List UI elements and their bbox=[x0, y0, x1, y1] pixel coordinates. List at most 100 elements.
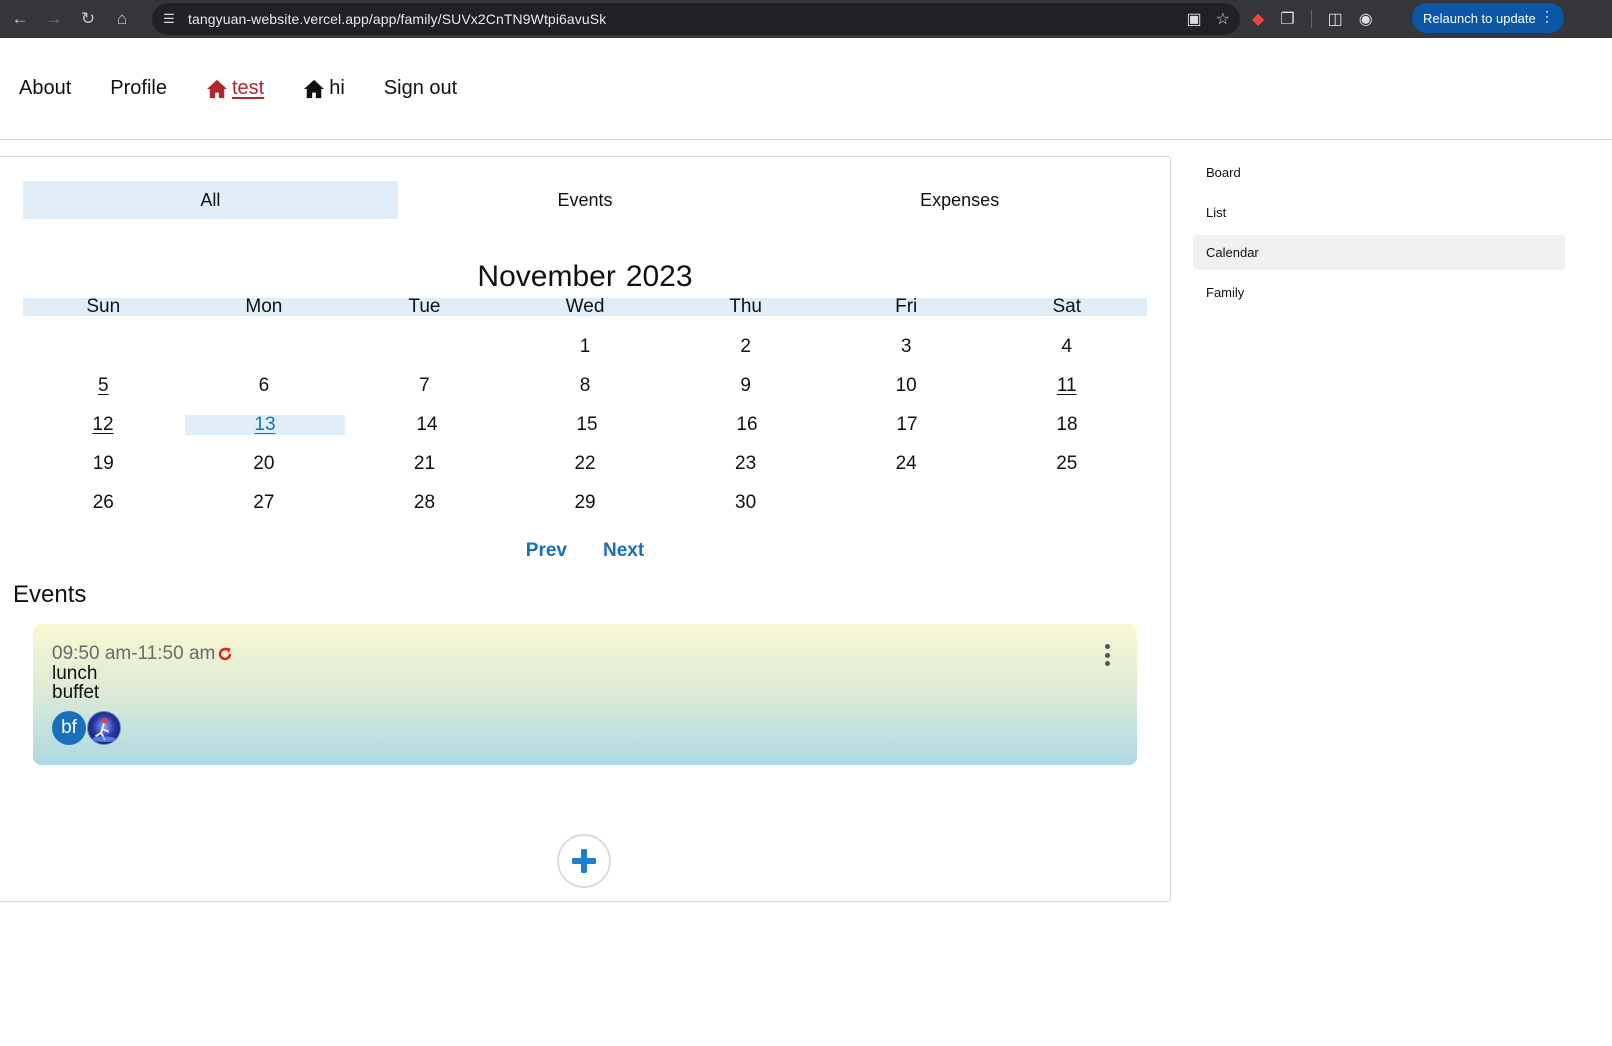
avatar-photo bbox=[87, 711, 121, 745]
home-icon[interactable]: ⌂ bbox=[108, 5, 136, 33]
calendar-day-12[interactable]: 12 bbox=[23, 414, 183, 435]
calendar-day-15[interactable]: 15 bbox=[507, 414, 667, 435]
url-text[interactable]: tangyuan-website.vercel.app/app/family/S… bbox=[188, 11, 606, 27]
month-pager: Prev Next bbox=[23, 540, 1147, 562]
calendar-day-3[interactable]: 3 bbox=[826, 336, 987, 357]
relaunch-button[interactable]: Relaunch to update ⋮ bbox=[1412, 3, 1564, 33]
calendar-day-empty bbox=[826, 493, 987, 513]
extensions-puzzle-icon[interactable]: ❒ bbox=[1280, 9, 1294, 29]
calendar-day-20[interactable]: 20 bbox=[184, 453, 345, 474]
calendar-day-18[interactable]: 18 bbox=[987, 414, 1147, 435]
calendar-week-row: 19 20 21 22 23 24 25 bbox=[23, 444, 1147, 483]
weekday-sat: Sat bbox=[1052, 296, 1082, 317]
sidebar-item-label: List bbox=[1206, 205, 1227, 220]
sidebar-item-label: Board bbox=[1206, 165, 1241, 180]
nav-family-test-label: test bbox=[231, 77, 265, 99]
url-host: tangyuan-website.vercel.app bbox=[188, 11, 369, 27]
figure-silhouette-icon bbox=[91, 717, 117, 743]
weekday-sun: Sun bbox=[86, 296, 121, 317]
event-time-text: 09:50 am-11:50 am bbox=[52, 643, 216, 664]
calendar-day-4[interactable]: 4 bbox=[986, 336, 1147, 357]
view-sidebar: Board List Calendar Family bbox=[1193, 155, 1565, 315]
calendar-day-26[interactable]: 26 bbox=[23, 492, 184, 513]
nav-sign-out-label: Sign out bbox=[383, 77, 458, 99]
calendar-day-13[interactable]: 13 bbox=[185, 414, 345, 435]
nav-about[interactable]: About bbox=[19, 77, 71, 100]
browser-menu-icon[interactable]: ⋮ bbox=[1540, 8, 1554, 25]
sidebar-item-label: Calendar bbox=[1206, 245, 1259, 260]
nav-profile[interactable]: Profile bbox=[110, 77, 167, 100]
sidebar-item-list[interactable]: List bbox=[1193, 195, 1565, 230]
events-heading: Events bbox=[13, 581, 87, 608]
tab-all[interactable]: All bbox=[23, 181, 398, 219]
profile-avatar-icon[interactable]: ◉ bbox=[1359, 9, 1373, 29]
calendar-day-9[interactable]: 9 bbox=[665, 375, 826, 396]
sidebar-item-board[interactable]: Board bbox=[1193, 155, 1565, 190]
site-info-icon[interactable]: ☰ bbox=[158, 8, 180, 30]
install-app-icon[interactable]: ▣ bbox=[1187, 9, 1202, 29]
bookmark-star-icon[interactable]: ☆ bbox=[1216, 9, 1230, 29]
calendar-day-29[interactable]: 29 bbox=[505, 492, 666, 513]
calendar-day-14[interactable]: 14 bbox=[347, 414, 507, 435]
calendar-day-empty bbox=[184, 337, 345, 357]
calendar-week-row: 5 6 7 8 9 10 11 bbox=[23, 366, 1147, 405]
calendar-day-8[interactable]: 8 bbox=[505, 375, 666, 396]
top-navigation: About Profile test hi Sign out bbox=[0, 38, 1612, 140]
weekday-thu: Thu bbox=[729, 296, 762, 317]
side-panel-icon[interactable]: ◫ bbox=[1328, 9, 1343, 29]
sidebar-item-family[interactable]: Family bbox=[1193, 275, 1565, 310]
calendar-day-empty bbox=[986, 493, 1147, 513]
calendar-day-5[interactable]: 5 bbox=[23, 375, 184, 396]
sidebar-item-label: Family bbox=[1206, 285, 1245, 300]
relaunch-label: Relaunch to update bbox=[1423, 10, 1536, 26]
event-more-options-icon[interactable] bbox=[1101, 644, 1113, 666]
prev-month-button[interactable]: Prev bbox=[526, 540, 567, 562]
calendar-day-19[interactable]: 19 bbox=[23, 453, 184, 474]
weekday-tue: Tue bbox=[408, 296, 441, 317]
calendar-day-24[interactable]: 24 bbox=[826, 453, 987, 474]
sidebar-item-calendar[interactable]: Calendar bbox=[1193, 235, 1565, 270]
browser-toolbar: ← → ↻ ⌂ ☰ tangyuan-website.vercel.app/ap… bbox=[0, 0, 1612, 38]
nav-sign-out[interactable]: Sign out bbox=[384, 77, 457, 100]
calendar-day-16[interactable]: 16 bbox=[667, 414, 827, 435]
url-path: /app/family/SUVx2CnTN9Wtpi6avuSk bbox=[368, 11, 607, 27]
calendar-day-7[interactable]: 7 bbox=[344, 375, 505, 396]
recurring-icon bbox=[219, 647, 232, 661]
color-extension-icon[interactable]: ◆ bbox=[1252, 9, 1264, 29]
house-icon bbox=[206, 79, 227, 98]
event-card[interactable]: 09:50 am-11:50 am lunch buffet bf bbox=[33, 624, 1137, 765]
nav-family-hi-label: hi bbox=[329, 77, 345, 99]
calendar-day-30[interactable]: 30 bbox=[665, 492, 826, 513]
tab-events[interactable]: Events bbox=[398, 181, 773, 219]
calendar-days-grid: 1 2 3 4 5 6 7 8 9 10 11 12 13 14 15 16 17 18 19 20 21 22 23 24 2… bbox=[23, 327, 1147, 522]
calendar-day-2[interactable]: 2 bbox=[665, 336, 826, 357]
filter-tabs: All Events Expenses bbox=[23, 181, 1147, 219]
calendar-day-10[interactable]: 10 bbox=[826, 375, 987, 396]
nav-family-hi[interactable]: hi bbox=[303, 77, 345, 100]
calendar-day-6[interactable]: 6 bbox=[184, 375, 345, 396]
calendar-month-title: November 2023 bbox=[23, 260, 1147, 294]
back-arrow-icon[interactable]: ← bbox=[6, 5, 34, 33]
address-bar[interactable]: ☰ tangyuan-website.vercel.app/app/family… bbox=[152, 3, 1240, 35]
calendar-day-21[interactable]: 21 bbox=[344, 453, 505, 474]
reload-icon[interactable]: ↻ bbox=[74, 5, 102, 33]
calendar-day-22[interactable]: 22 bbox=[505, 453, 666, 474]
calendar-day-27[interactable]: 27 bbox=[184, 492, 345, 513]
tab-expenses[interactable]: Expenses bbox=[772, 181, 1147, 219]
calendar-day-1[interactable]: 1 bbox=[505, 336, 666, 357]
calendar-day-11[interactable]: 11 bbox=[986, 375, 1147, 396]
next-month-button[interactable]: Next bbox=[603, 540, 644, 562]
weekday-mon: Mon bbox=[245, 296, 283, 317]
calendar-day-17[interactable]: 17 bbox=[827, 414, 987, 435]
nav-about-label: About bbox=[19, 77, 72, 99]
event-title: lunch bbox=[52, 663, 98, 684]
calendar-day-empty bbox=[344, 337, 505, 357]
house-icon bbox=[304, 79, 325, 98]
nav-family-test[interactable]: test bbox=[206, 77, 264, 100]
add-item-button[interactable] bbox=[557, 834, 611, 888]
calendar-day-23[interactable]: 23 bbox=[665, 453, 826, 474]
nav-profile-label: Profile bbox=[110, 77, 167, 99]
calendar-day-25[interactable]: 25 bbox=[986, 453, 1147, 474]
forward-arrow-icon[interactable]: → bbox=[40, 5, 68, 33]
calendar-day-28[interactable]: 28 bbox=[344, 492, 505, 513]
